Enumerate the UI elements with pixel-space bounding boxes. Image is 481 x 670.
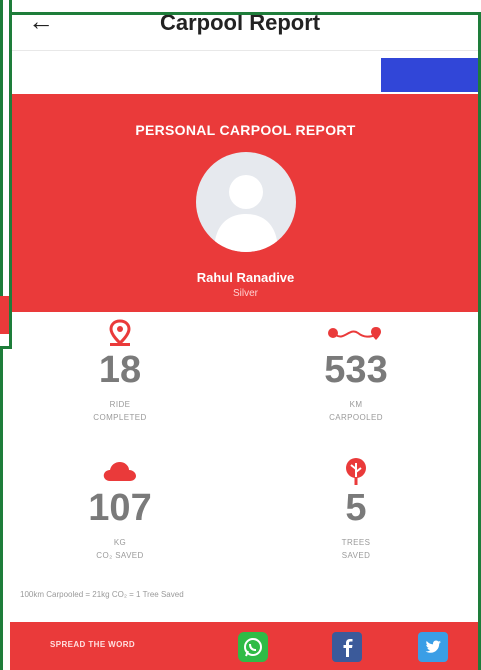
user-tier: Silver bbox=[232, 288, 258, 299]
frame-line-top-left bbox=[0, 0, 3, 300]
stat-label-line2: CARPOOLED bbox=[329, 413, 383, 422]
stat-label-line1: TREES bbox=[341, 538, 371, 547]
red-side-marker bbox=[0, 296, 9, 334]
stat-value: 533 bbox=[324, 349, 388, 391]
tree-icon bbox=[266, 456, 446, 486]
stat-value: 18 bbox=[98, 349, 142, 391]
user-name: Rahul Ranadive bbox=[196, 270, 295, 285]
stat-label-line1: KG bbox=[113, 538, 127, 547]
stat-value: 5 bbox=[345, 487, 367, 529]
whatsapp-icon[interactable] bbox=[238, 632, 268, 662]
stat-value: 107 bbox=[88, 487, 152, 529]
report-hero: PERSONAL CARPOOL REPORT Rahul Ranadive S… bbox=[10, 94, 481, 312]
stat-rides: 18 RIDE COMPLETED bbox=[30, 318, 210, 424]
carpool-report-screen: ← Carpool Report PERSONAL CARPOOL REPORT… bbox=[10, 0, 481, 670]
report-heading: PERSONAL CARPOOL REPORT bbox=[135, 122, 356, 138]
share-footer: SPREAD THE WORD bbox=[10, 622, 481, 670]
stat-trees: 5 TREES SAVED bbox=[266, 456, 446, 562]
stat-km: 533 KM CARPOOLED bbox=[266, 318, 446, 424]
avatar bbox=[196, 152, 296, 252]
frame-line-left bbox=[9, 0, 12, 348]
top-bar: ← Carpool Report bbox=[10, 0, 481, 51]
stat-label-line1: RIDE bbox=[109, 400, 131, 409]
location-pin-icon bbox=[30, 318, 210, 348]
stat-label-line2: CO₂ SAVED bbox=[96, 551, 144, 560]
frame-line-top bbox=[9, 12, 481, 15]
frame-line-mid bbox=[0, 346, 12, 349]
stat-label-line2: SAVED bbox=[341, 551, 371, 560]
co2-footnote: 100km Carpooled = 21kg CO₂ = 1 Tree Save… bbox=[20, 590, 184, 599]
frame-line-left-lower bbox=[0, 348, 3, 670]
cloud-icon bbox=[30, 456, 210, 486]
stat-co2: 107 KG CO₂ SAVED bbox=[30, 456, 210, 562]
stat-label-line1: KM bbox=[349, 400, 363, 409]
tab-active-indicator[interactable] bbox=[381, 58, 481, 92]
stat-label-line2: COMPLETED bbox=[93, 413, 147, 422]
twitter-icon[interactable] bbox=[418, 632, 448, 662]
share-label: SPREAD THE WORD bbox=[50, 640, 136, 649]
user-silhouette-icon bbox=[214, 175, 278, 252]
facebook-icon[interactable] bbox=[332, 632, 362, 662]
route-icon bbox=[266, 318, 446, 348]
